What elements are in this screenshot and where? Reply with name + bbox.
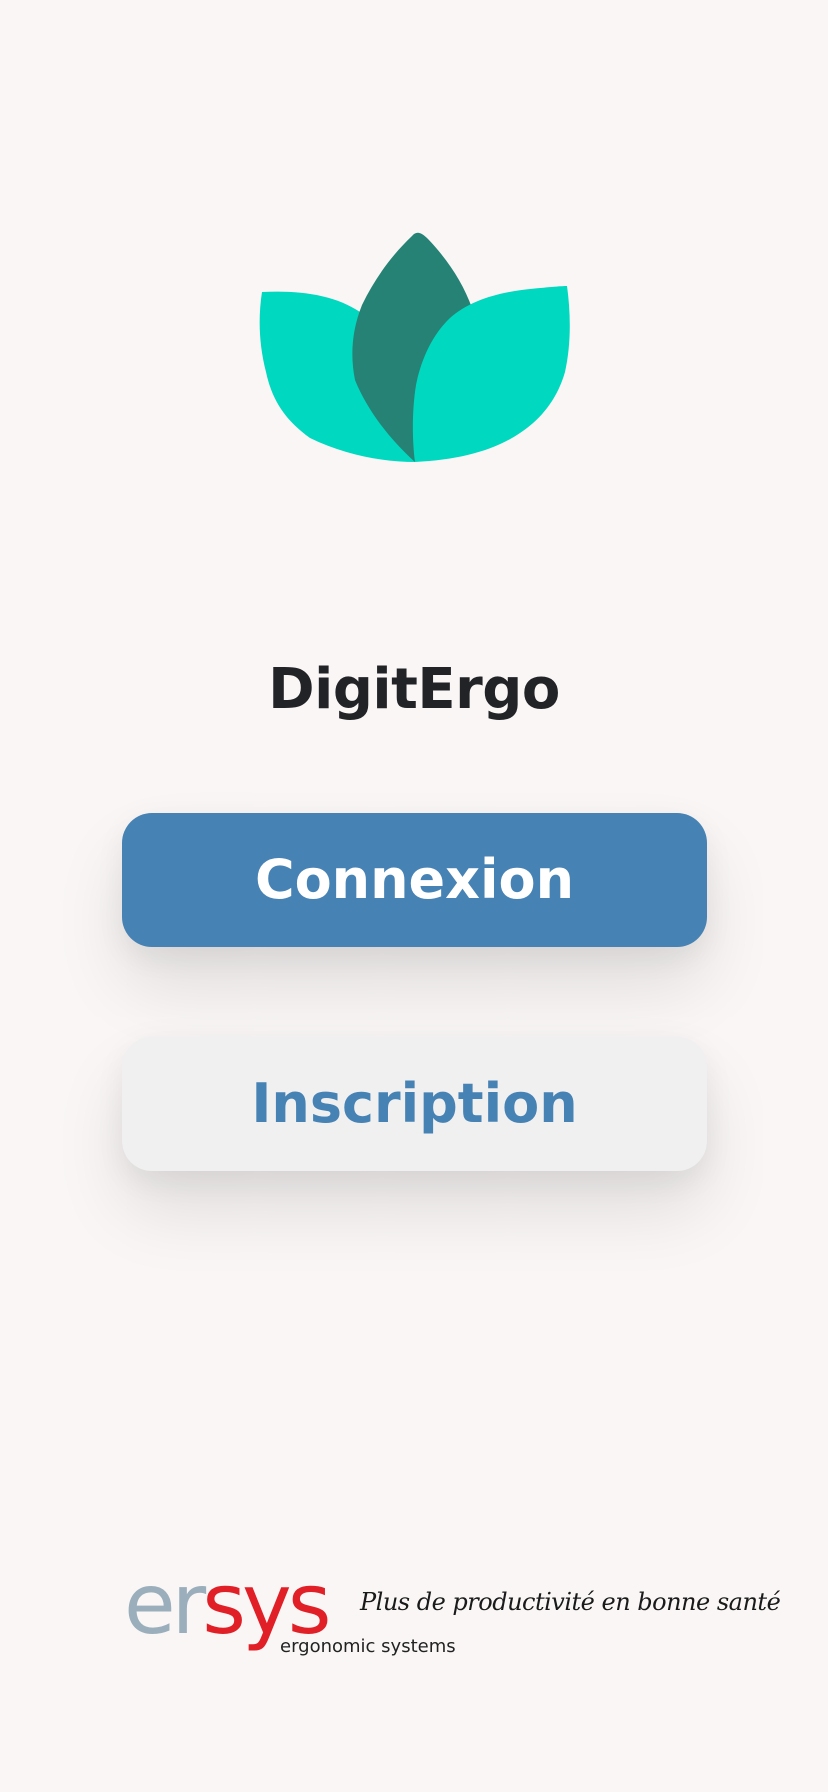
brand-slogan: Plus de productivité en bonne santé [360, 1588, 781, 1616]
signup-button[interactable]: Inscription [122, 1037, 707, 1171]
lotus-leaves-icon [259, 232, 570, 462]
brand-prefix: er [124, 1555, 206, 1653]
brand-subtitle: ergonomic systems [280, 1636, 456, 1657]
ersys-footer-logo: ersys ergonomic systems Plus de producti… [124, 1562, 781, 1658]
login-button[interactable]: Connexion [122, 813, 707, 947]
app-title: DigitErgo [268, 657, 560, 722]
ersys-brand-logo: ersys [124, 1562, 331, 1646]
